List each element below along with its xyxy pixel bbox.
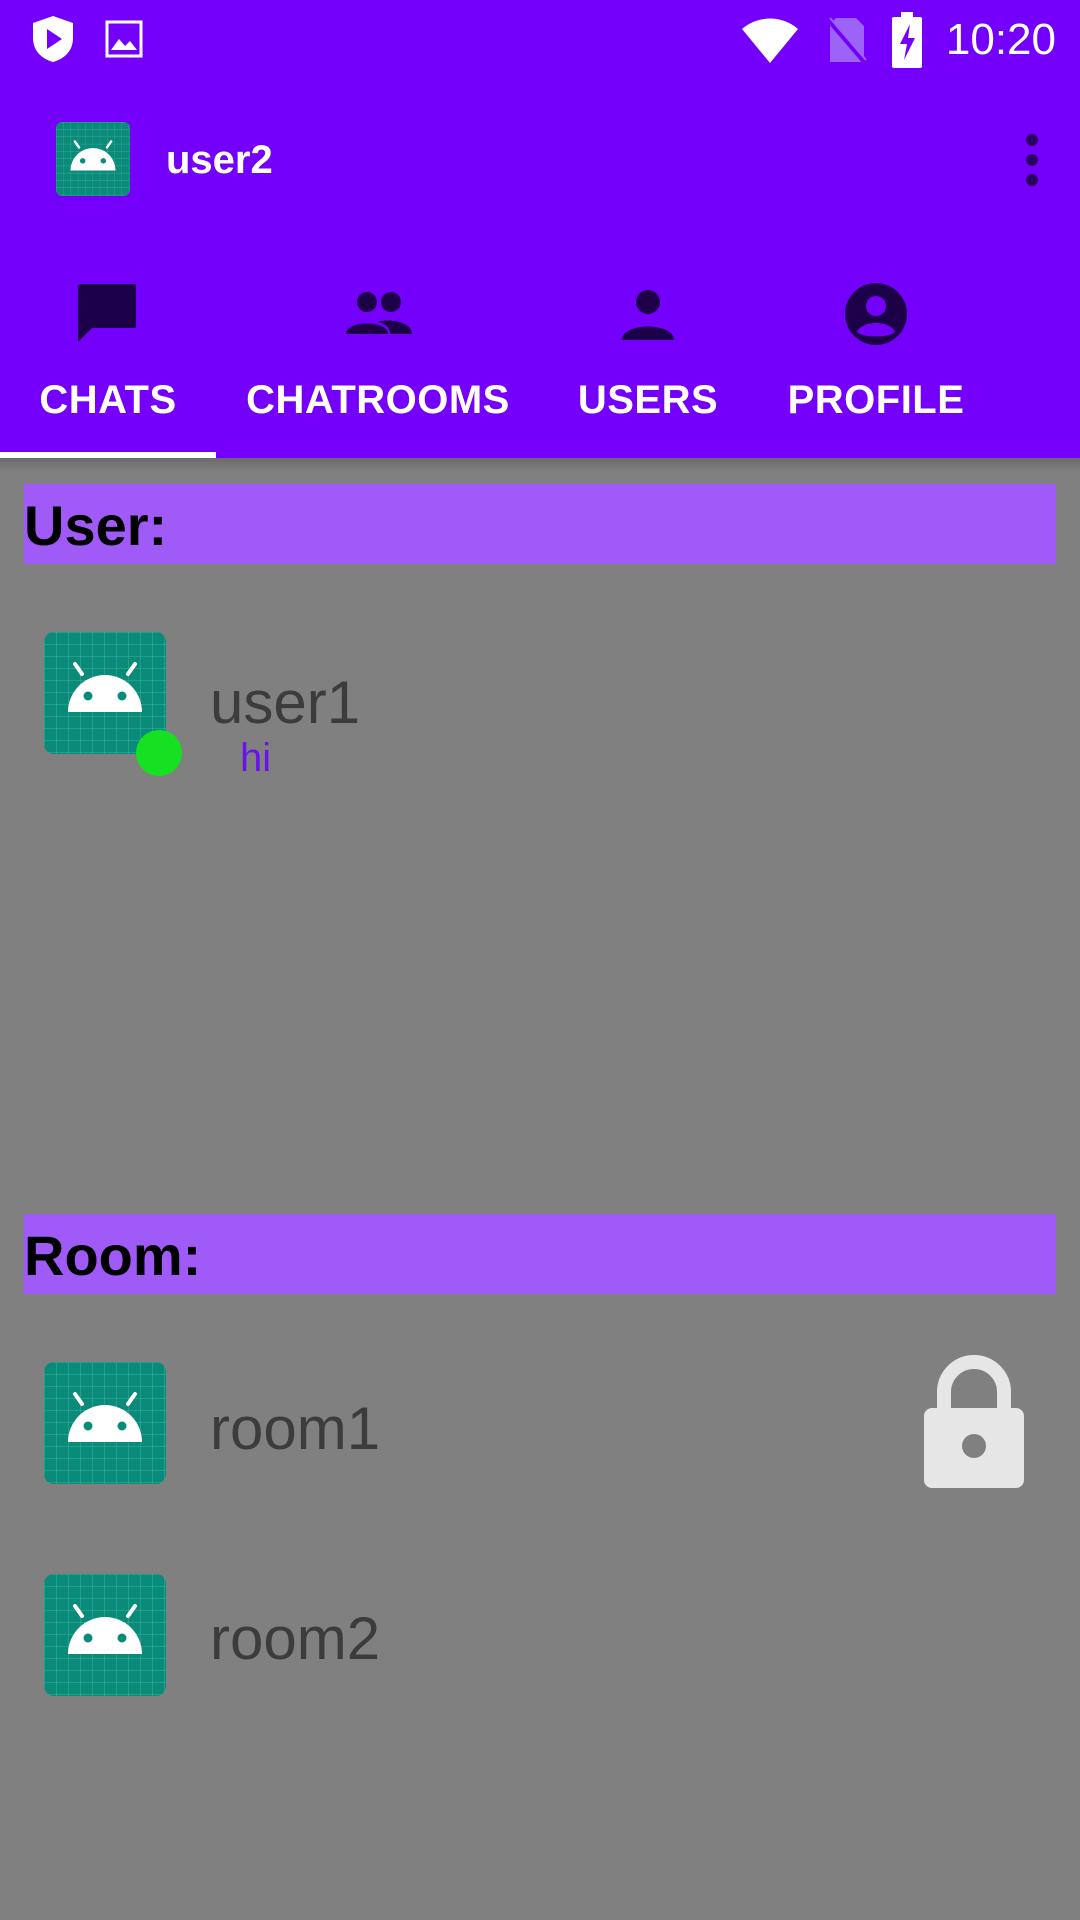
- tab-bar-shadow: [0, 458, 1080, 472]
- chat-user-name: user1: [210, 669, 361, 736]
- list-item-room2[interactable]: room2: [0, 1560, 1080, 1730]
- wifi-icon: [741, 18, 798, 63]
- list-item-room1[interactable]: room1: [0, 1350, 1080, 1520]
- avatar: [44, 1362, 166, 1484]
- avatar: [44, 1574, 166, 1696]
- clock: 10:20: [945, 15, 1056, 64]
- lock-icon: [924, 1355, 1024, 1488]
- app-logo-android-icon: [56, 122, 130, 196]
- more-vert-icon[interactable]: [1022, 132, 1042, 188]
- tab-users[interactable]: USERS: [540, 240, 756, 458]
- group-icon: [346, 292, 412, 334]
- battery-charging-icon: [891, 12, 922, 68]
- tab-chats[interactable]: CHATS: [0, 240, 216, 458]
- chat-icon: [78, 284, 136, 342]
- tab-chatrooms-label: CHATROOMS: [246, 378, 510, 422]
- tab-users-label: USERS: [577, 378, 719, 422]
- tab-bar: CHATS CHATROOMS USERS PROFILE: [0, 240, 1080, 458]
- tab-profile[interactable]: PROFILE: [756, 240, 996, 458]
- tab-chats-label: CHATS: [39, 378, 177, 422]
- list-item-user1[interactable]: user1 hi: [0, 620, 1080, 780]
- account-circle-icon: [845, 283, 907, 345]
- image-icon: [105, 20, 143, 58]
- app-title: user2: [166, 138, 273, 182]
- room-name: room1: [210, 1395, 381, 1462]
- section-header-user-label: User:: [24, 494, 168, 557]
- tab-chatrooms[interactable]: CHATROOMS: [216, 240, 540, 458]
- status-bar: 10:20: [0, 0, 1080, 80]
- section-header-room: Room:: [24, 1214, 1056, 1294]
- section-header-user: User:: [24, 484, 1056, 564]
- online-status-indicator: [136, 730, 182, 776]
- tab-profile-label: PROFILE: [787, 378, 965, 422]
- person-icon: [622, 290, 674, 340]
- last-message: hi: [240, 736, 272, 780]
- room-name: room2: [210, 1605, 381, 1672]
- shield-play-icon: [33, 16, 73, 62]
- no-sim-icon: [826, 17, 867, 64]
- section-header-room-label: Room:: [24, 1224, 202, 1287]
